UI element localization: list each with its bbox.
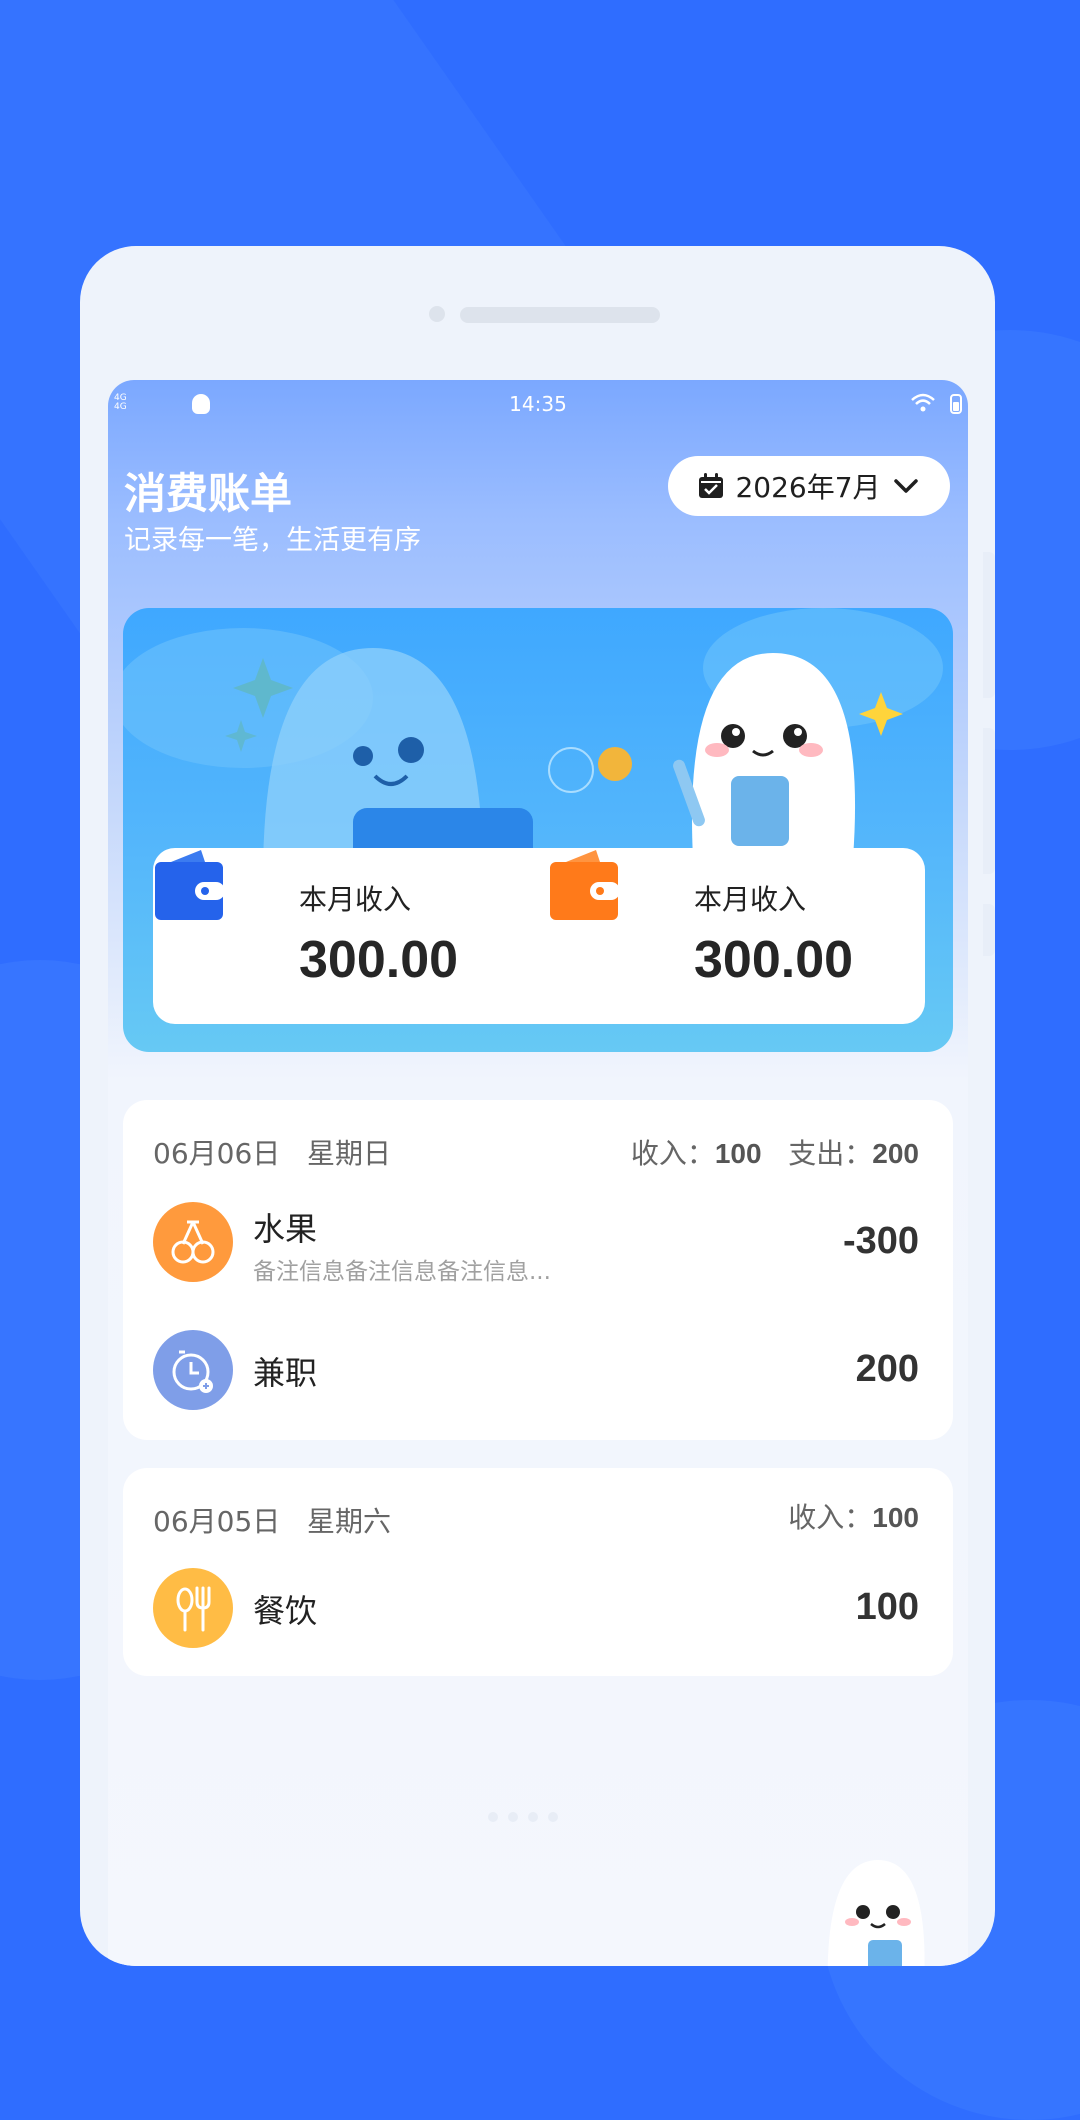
- page-indicator: [488, 1812, 558, 1822]
- weekday-text: 星期六: [306, 1505, 391, 1538]
- day-header: 06月05日 星期六 收入：100: [153, 1500, 919, 1540]
- wifi-icon: [911, 393, 935, 412]
- day-date: 06月06日 星期日: [153, 1132, 391, 1172]
- page-subtitle: 记录每一笔，生活更有序: [124, 525, 421, 556]
- day-totals: 收入：100: [788, 1496, 919, 1536]
- calendar-check-icon: [699, 473, 724, 498]
- income-label: 收入：: [788, 1501, 873, 1534]
- day-header: 06月06日 星期日 收入：100 支出：200: [153, 1132, 919, 1172]
- date-text: 06月05日: [153, 1505, 281, 1538]
- wallet-icon: [155, 850, 225, 920]
- transaction-note: 备注信息备注信息备注信息...: [253, 1259, 551, 1285]
- wallet-icon: [550, 850, 620, 920]
- transaction-amount: 100: [855, 1586, 919, 1628]
- ghost-mascot-small: [827, 1860, 925, 1966]
- transaction-amount: -300: [842, 1220, 919, 1262]
- day-date: 06月05日 星期六: [153, 1500, 391, 1540]
- day-totals: 收入：100 支出：200: [631, 1132, 919, 1172]
- summary-income-right: 本月收入 300.00: [548, 848, 934, 1024]
- summary-value: 300.00: [299, 931, 459, 989]
- battery-icon: [950, 394, 962, 414]
- app-screen: 4G 4G 14:35 消费账单 记录每一笔，生活更有序 2026年7月 本月收…: [108, 380, 968, 1966]
- transaction-name: 水果: [253, 1210, 318, 1248]
- income-value: 100: [872, 1502, 919, 1533]
- transaction-amount: 200: [855, 1348, 919, 1390]
- day-group-card: 06月05日 星期六 收入：100 餐饮 100: [123, 1468, 953, 1676]
- expense-label: 支出：: [788, 1137, 873, 1170]
- side-button: [983, 552, 995, 698]
- transaction-item[interactable]: 水果 备注信息备注信息备注信息... -300: [153, 1202, 919, 1286]
- day-group-card: 06月06日 星期日 收入：100 支出：200 水果 备注信息备注信息备注信息…: [123, 1100, 953, 1440]
- income-value: 100: [714, 1138, 762, 1169]
- transaction-name: 兼职: [253, 1354, 318, 1392]
- month-label: 2026年7月: [735, 471, 881, 504]
- utensils-icon: [153, 1568, 233, 1648]
- camera-dot: [429, 306, 445, 322]
- weekday-text: 星期日: [306, 1137, 391, 1170]
- transaction-item[interactable]: 餐饮 100: [153, 1568, 919, 1652]
- cherry-icon: [153, 1202, 233, 1282]
- chevron-down-icon: [893, 479, 918, 493]
- monthly-summary-card: 本月收入 300.00 本月收入 300.00: [153, 848, 925, 1024]
- speaker-grille: [460, 307, 660, 323]
- summary-income-left: 本月收入 300.00: [153, 848, 539, 1024]
- summary-label: 本月收入: [694, 883, 807, 916]
- summary-value: 300.00: [694, 931, 854, 989]
- summary-label: 本月收入: [299, 883, 412, 916]
- transaction-item[interactable]: 兼职 200: [153, 1330, 919, 1414]
- expense-value: 200: [872, 1138, 919, 1169]
- income-label: 收入：: [630, 1137, 715, 1170]
- month-selector[interactable]: 2026年7月: [668, 456, 950, 516]
- side-button: [983, 904, 995, 956]
- status-time: 14:35: [509, 392, 567, 416]
- page-title: 消费账单: [124, 469, 293, 518]
- hero-banner: 本月收入 300.00 本月收入 300.00: [123, 608, 953, 1052]
- phone-mockup: 4G 4G 14:35 消费账单 记录每一笔，生活更有序 2026年7月 本月收…: [80, 246, 995, 1966]
- status-bar: 4G 4G 14:35: [108, 380, 968, 430]
- transaction-name: 餐饮: [253, 1592, 318, 1630]
- side-button: [983, 728, 995, 874]
- clock-icon: [153, 1330, 233, 1410]
- date-text: 06月06日: [153, 1137, 281, 1170]
